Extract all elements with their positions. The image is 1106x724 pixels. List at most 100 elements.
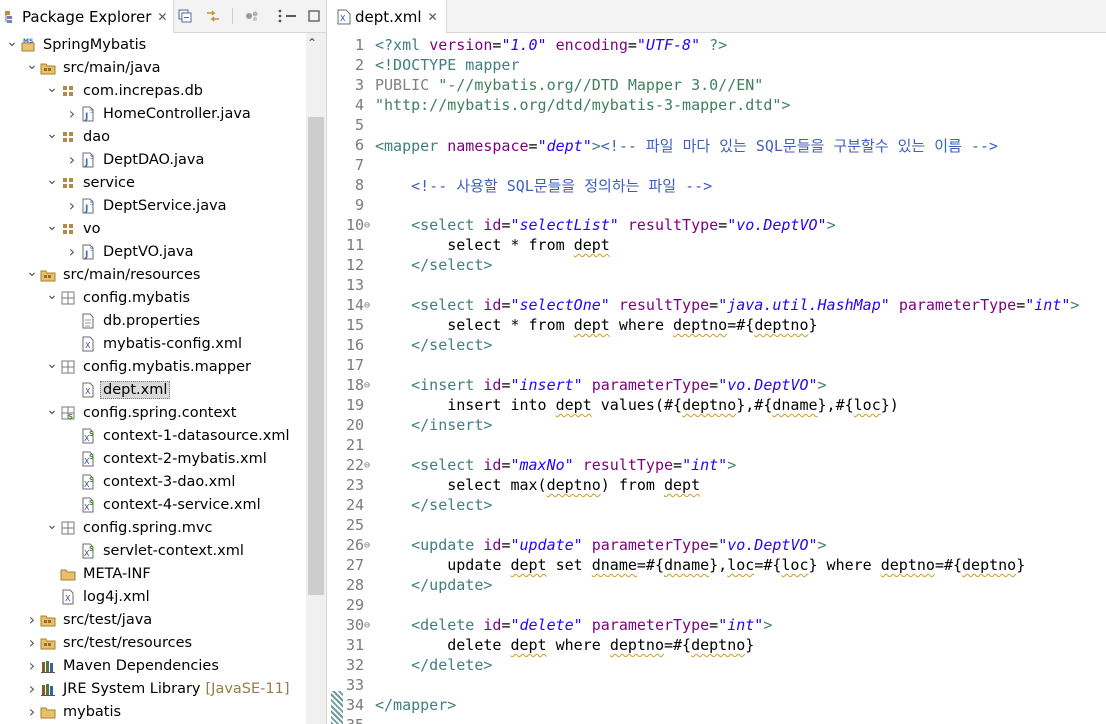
- fold-toggle-icon[interactable]: ⊖: [364, 380, 375, 391]
- tree-item[interactable]: ⌄ com.increpas.db: [0, 79, 306, 102]
- code-line[interactable]: 8 <!-- 사용할 SQL문들을 정의하는 파일 -->: [331, 175, 1106, 195]
- tree-item[interactable]: ⌄ src/main/java: [0, 56, 306, 79]
- tree-scrollbar-thumb[interactable]: [308, 117, 324, 595]
- code-line[interactable]: 19 insert into dept values(#{deptno},#{d…: [331, 395, 1106, 415]
- chevron-down-icon[interactable]: ⌄: [44, 517, 60, 533]
- tree-item[interactable]: › src/test/java: [0, 608, 306, 631]
- chevron-right-icon[interactable]: ›: [24, 679, 40, 698]
- code-line[interactable]: 23 select max(deptno) from dept: [331, 475, 1106, 495]
- tree-item[interactable]: X S context-3-dao.xml: [0, 470, 306, 493]
- tree-item[interactable]: ⌄ config.spring.mvc: [0, 516, 306, 539]
- tree-item[interactable]: › J S HomeController.java: [0, 102, 306, 125]
- focus-icon[interactable]: [243, 7, 261, 25]
- chevron-up-icon[interactable]: ⌃: [307, 36, 317, 50]
- tree-item[interactable]: ⌄ Sconfig.spring.context: [0, 401, 306, 424]
- code-line[interactable]: 30 ⊖ <delete id="delete" parameterType="i…: [331, 615, 1106, 635]
- code-line[interactable]: 3 PUBLIC "-//mybatis.org//DTD Mapper 3.0/…: [331, 75, 1106, 95]
- code-line[interactable]: 34 </mapper>: [331, 695, 1106, 715]
- tree-item[interactable]: Xlog4j.xml: [0, 585, 306, 608]
- chevron-down-icon[interactable]: ⌄: [44, 218, 60, 234]
- chevron-right-icon[interactable]: ›: [24, 702, 40, 721]
- chevron-right-icon[interactable]: ›: [24, 610, 40, 629]
- chevron-right-icon[interactable]: ›: [24, 633, 40, 652]
- code-line[interactable]: 17: [331, 355, 1106, 375]
- chevron-down-icon[interactable]: ⌄: [44, 356, 60, 372]
- tree-item[interactable]: db.properties: [0, 309, 306, 332]
- chevron-down-icon[interactable]: ⌄: [24, 264, 40, 280]
- tree-item[interactable]: ⌄ config.mybatis.mapper: [0, 355, 306, 378]
- tree-item[interactable]: › mybatis: [0, 700, 306, 723]
- code-line[interactable]: 5: [331, 115, 1106, 135]
- code-line[interactable]: 18 ⊖ <insert id="insert" parameterType="v…: [331, 375, 1106, 395]
- code-line[interactable]: 12 </select>: [331, 255, 1106, 275]
- code-line[interactable]: 1 <?xml version="1.0" encoding="UTF-8" ?>: [331, 35, 1106, 55]
- tree-item[interactable]: › J S DeptService.java: [0, 194, 306, 217]
- chevron-right-icon[interactable]: ›: [64, 242, 80, 261]
- fold-toggle-icon[interactable]: ⊖: [364, 620, 375, 631]
- code-line[interactable]: 14 ⊖ <select id="selectOne" resultType="j…: [331, 295, 1106, 315]
- code-line[interactable]: 29: [331, 595, 1106, 615]
- chevron-down-icon[interactable]: ⌄: [44, 172, 60, 188]
- chevron-down-icon[interactable]: ⌄: [44, 287, 60, 303]
- code-area[interactable]: 1 <?xml version="1.0" encoding="UTF-8" ?>…: [331, 33, 1106, 724]
- fold-toggle-icon[interactable]: ⊖: [364, 300, 375, 311]
- tree-item[interactable]: ⌄ config.mybatis: [0, 286, 306, 309]
- package-explorer-tab[interactable]: Package Explorer ✕: [0, 0, 175, 33]
- tree-item[interactable]: ⌄ service: [0, 171, 306, 194]
- code-line[interactable]: 15 select * from dept where deptno=#{dep…: [331, 315, 1106, 335]
- close-icon[interactable]: ✕: [428, 10, 438, 24]
- code-line[interactable]: 20 </insert>: [331, 415, 1106, 435]
- tree-item[interactable]: › src/test/resources: [0, 631, 306, 654]
- code-line[interactable]: 22 ⊖ <select id="maxNo" resultType="int">: [331, 455, 1106, 475]
- fold-toggle-icon[interactable]: ⊖: [364, 540, 375, 551]
- tree-item[interactable]: ⌄ dao: [0, 125, 306, 148]
- tree-item[interactable]: X S context-1-datasource.xml: [0, 424, 306, 447]
- collapse-all-icon[interactable]: [176, 7, 194, 25]
- code-line[interactable]: 27 update dept set dname=#{dname},loc=#{…: [331, 555, 1106, 575]
- fold-toggle-icon[interactable]: ⊖: [364, 220, 375, 231]
- code-line[interactable]: 16 </select>: [331, 335, 1106, 355]
- code-line[interactable]: 28 </update>: [331, 575, 1106, 595]
- close-icon[interactable]: ✕: [157, 10, 167, 24]
- code-line[interactable]: 25: [331, 515, 1106, 535]
- chevron-right-icon[interactable]: ›: [64, 104, 80, 123]
- code-line[interactable]: 13: [331, 275, 1106, 295]
- code-line[interactable]: 32 </delete>: [331, 655, 1106, 675]
- code-line[interactable]: 6 <mapper namespace="dept"><!-- 파일 마다 있는 …: [331, 135, 1106, 155]
- tree-item[interactable]: ⌄ vo: [0, 217, 306, 240]
- code-line[interactable]: 2 <!DOCTYPE mapper: [331, 55, 1106, 75]
- tree-item[interactable]: › JRE System Library [JavaSE-11]: [0, 677, 306, 700]
- code-line[interactable]: 4 "http://mybatis.org/dtd/mybatis-3-mappe…: [331, 95, 1106, 115]
- tree-item[interactable]: ⌄ src/main/resources: [0, 263, 306, 286]
- chevron-down-icon[interactable]: ⌄: [44, 80, 60, 96]
- chevron-right-icon[interactable]: ›: [24, 656, 40, 675]
- code-line[interactable]: 10 ⊖ <select id="selectList" resultType="…: [331, 215, 1106, 235]
- fold-toggle-icon[interactable]: ⊖: [364, 460, 375, 471]
- code-line[interactable]: 31 delete dept where deptno=#{deptno}: [331, 635, 1106, 655]
- tree-item[interactable]: › J S DeptVO.java: [0, 240, 306, 263]
- code-line[interactable]: 11 select * from dept: [331, 235, 1106, 255]
- code-line[interactable]: 21: [331, 435, 1106, 455]
- maximize-icon[interactable]: [305, 7, 323, 25]
- chevron-right-icon[interactable]: ›: [64, 196, 80, 215]
- tree-item[interactable]: Xdept.xml: [0, 378, 306, 401]
- chevron-down-icon[interactable]: ⌄: [44, 126, 60, 142]
- code-line[interactable]: 26 ⊖ <update id="update" parameterType="v…: [331, 535, 1106, 555]
- code-line[interactable]: 7: [331, 155, 1106, 175]
- minimize-icon[interactable]: [282, 7, 300, 25]
- chevron-down-icon[interactable]: ⌄: [4, 34, 20, 50]
- link-with-editor-icon[interactable]: [204, 7, 222, 25]
- chevron-down-icon[interactable]: ⌄: [44, 402, 60, 418]
- tree-item[interactable]: Xmybatis-config.xml: [0, 332, 306, 355]
- tree-item[interactable]: › J S DeptDAO.java: [0, 148, 306, 171]
- editor-tab-dept-xml[interactable]: X dept.xml ✕: [331, 0, 447, 33]
- tree-item[interactable]: ⌄ MS SpringMybatis: [0, 33, 306, 56]
- code-line[interactable]: 33: [331, 675, 1106, 695]
- tree-item[interactable]: X S context-2-mybatis.xml: [0, 447, 306, 470]
- chevron-right-icon[interactable]: ›: [64, 150, 80, 169]
- code-line[interactable]: 35: [331, 715, 1106, 724]
- chevron-down-icon[interactable]: ⌄: [24, 57, 40, 73]
- tree-item[interactable]: X S servlet-context.xml: [0, 539, 306, 562]
- code-line[interactable]: 24 </select>: [331, 495, 1106, 515]
- tree-item[interactable]: META-INF: [0, 562, 306, 585]
